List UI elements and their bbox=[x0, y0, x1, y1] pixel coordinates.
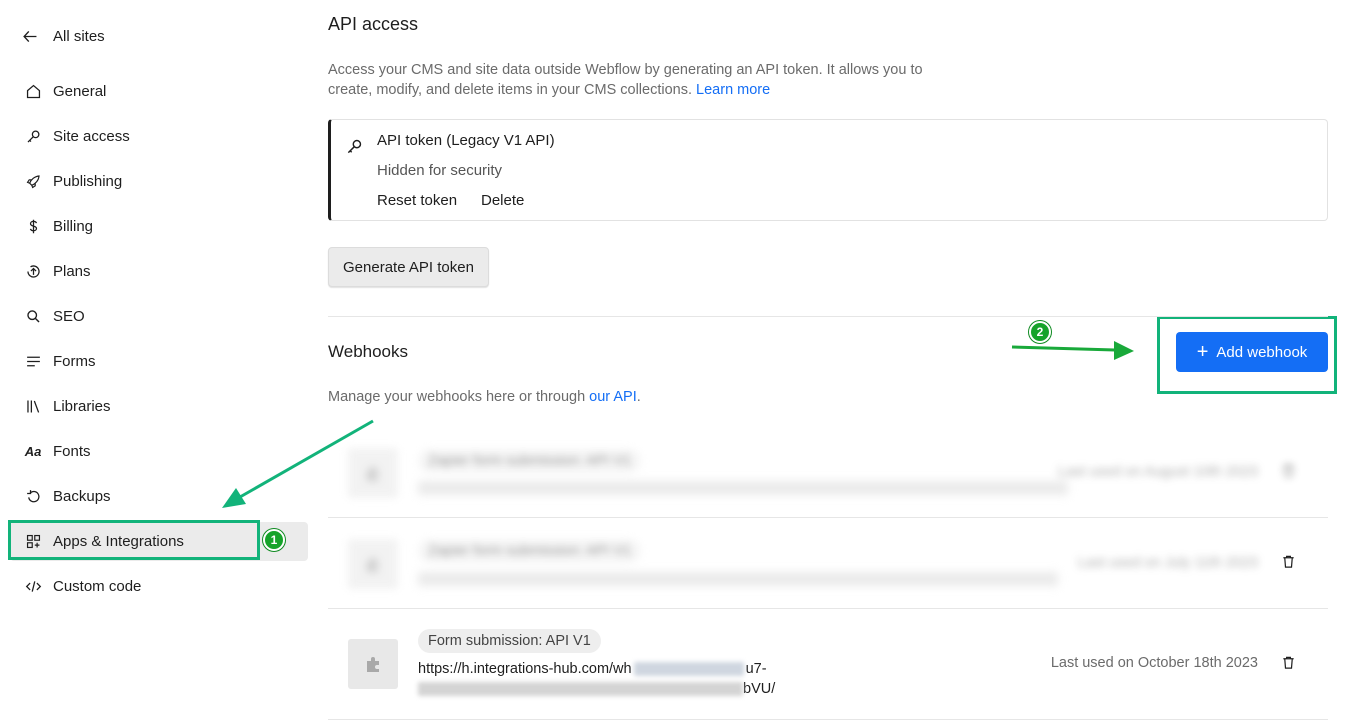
webhook-name: Zapier form submission: API V1 bbox=[418, 539, 642, 563]
back-label: All sites bbox=[53, 27, 105, 45]
sidebar-item-plans[interactable]: Plans bbox=[10, 252, 308, 291]
search-icon bbox=[23, 307, 43, 327]
webhook-last-used: Last used on July 11th 2023 bbox=[1077, 555, 1258, 571]
webhook-row: Form submission: API V1 https://h.integr… bbox=[328, 609, 1328, 719]
sidebar-item-label: General bbox=[53, 83, 107, 100]
sidebar-item-general[interactable]: General bbox=[10, 72, 308, 111]
webhook-name: Zapier form submission: API V1 bbox=[418, 449, 642, 473]
webhook-name: Form submission: API V1 bbox=[418, 629, 601, 653]
sidebar-item-label: Fonts bbox=[53, 443, 91, 460]
fonts-icon: Aa bbox=[24, 444, 42, 459]
backup-icon bbox=[23, 487, 43, 507]
add-webhook-button[interactable]: + Add webhook bbox=[1176, 332, 1328, 372]
dollar-icon bbox=[23, 217, 43, 237]
sidebar-item-seo[interactable]: SEO bbox=[10, 297, 308, 336]
settings-sidebar: All sites General Site access Publishing… bbox=[0, 0, 310, 725]
webhooks-title: Webhooks bbox=[328, 342, 409, 361]
sidebar-item-libraries[interactable]: Libraries bbox=[10, 387, 308, 426]
sidebar-item-label: Publishing bbox=[53, 173, 123, 190]
api-access-description: Access your CMS and site data outside We… bbox=[328, 62, 923, 98]
sidebar-item-label: Site access bbox=[53, 128, 130, 145]
webhook-row: Zapier form submission: API V1 Last used… bbox=[328, 518, 1328, 608]
libraries-icon bbox=[23, 397, 43, 417]
api-access-title: API access bbox=[328, 14, 419, 34]
sidebar-item-label: Libraries bbox=[53, 398, 111, 415]
reset-token-button[interactable]: Reset token bbox=[377, 192, 457, 209]
sidebar-item-label: Forms bbox=[53, 353, 96, 370]
forms-icon bbox=[23, 352, 43, 372]
arrow-to-add-webhook bbox=[1011, 341, 1134, 360]
trash-icon[interactable] bbox=[1281, 655, 1296, 675]
learn-more-link[interactable]: Learn more bbox=[696, 82, 770, 98]
arrow-left-icon bbox=[22, 28, 44, 45]
puzzle-icon bbox=[348, 539, 398, 589]
sidebar-item-forms[interactable]: Forms bbox=[10, 342, 308, 381]
webhook-url bbox=[418, 569, 1058, 589]
sidebar-item-label: SEO bbox=[53, 308, 85, 325]
sidebar-item-label: Plans bbox=[53, 263, 91, 280]
row-divider bbox=[328, 719, 1328, 720]
delete-token-button[interactable]: Delete bbox=[481, 192, 524, 209]
upgrade-icon bbox=[23, 262, 43, 282]
sidebar-item-label: Billing bbox=[53, 218, 94, 235]
add-webhook-label: Add webhook bbox=[1216, 343, 1308, 361]
sidebar-item-custom-code[interactable]: Custom code bbox=[10, 567, 308, 606]
plus-icon: + bbox=[1196, 341, 1209, 363]
puzzle-icon bbox=[348, 448, 398, 498]
token-title: API token (Legacy V1 API) bbox=[377, 132, 555, 149]
webhook-url bbox=[418, 478, 1068, 498]
sidebar-item-backups[interactable]: Backups bbox=[10, 477, 308, 516]
code-icon bbox=[23, 577, 43, 597]
webhook-row: Zapier form submission: API V1 Last used… bbox=[328, 428, 1328, 518]
trash-icon[interactable] bbox=[1281, 463, 1296, 483]
back-to-all-sites[interactable]: All sites bbox=[22, 24, 105, 48]
section-divider bbox=[328, 316, 1328, 317]
step-badge-2: 2 bbox=[1029, 321, 1051, 343]
home-icon bbox=[23, 82, 43, 102]
apps-highlight-box bbox=[8, 520, 260, 560]
api-token-card: API token (Legacy V1 API) Hidden for sec… bbox=[328, 119, 1328, 221]
sidebar-item-fonts[interactable]: Aa Fonts bbox=[10, 432, 308, 471]
puzzle-icon bbox=[348, 639, 398, 689]
our-api-link[interactable]: our API bbox=[589, 389, 637, 405]
webhook-last-used: Last used on August 10th 2023 bbox=[1058, 464, 1258, 480]
trash-icon[interactable] bbox=[1281, 554, 1296, 574]
webhook-url: https://h.integrations-hub.com/wh u7- bVU… bbox=[418, 661, 776, 697]
step-badge-1: 1 bbox=[263, 529, 285, 551]
key-icon bbox=[23, 127, 43, 147]
webhook-last-used: Last used on October 18th 2023 bbox=[1050, 655, 1258, 671]
generate-api-token-button[interactable]: Generate API token bbox=[328, 247, 489, 287]
rocket-icon bbox=[23, 172, 43, 192]
sidebar-item-site-access[interactable]: Site access bbox=[10, 117, 308, 156]
sidebar-item-billing[interactable]: Billing bbox=[10, 207, 308, 246]
webhooks-description: Manage your webhooks here or through our… bbox=[328, 389, 641, 405]
sidebar-item-publishing[interactable]: Publishing bbox=[10, 162, 308, 201]
token-status: Hidden for security bbox=[377, 162, 503, 179]
sidebar-item-label: Custom code bbox=[53, 578, 142, 595]
sidebar-item-label: Backups bbox=[53, 488, 111, 505]
key-icon bbox=[345, 137, 364, 161]
